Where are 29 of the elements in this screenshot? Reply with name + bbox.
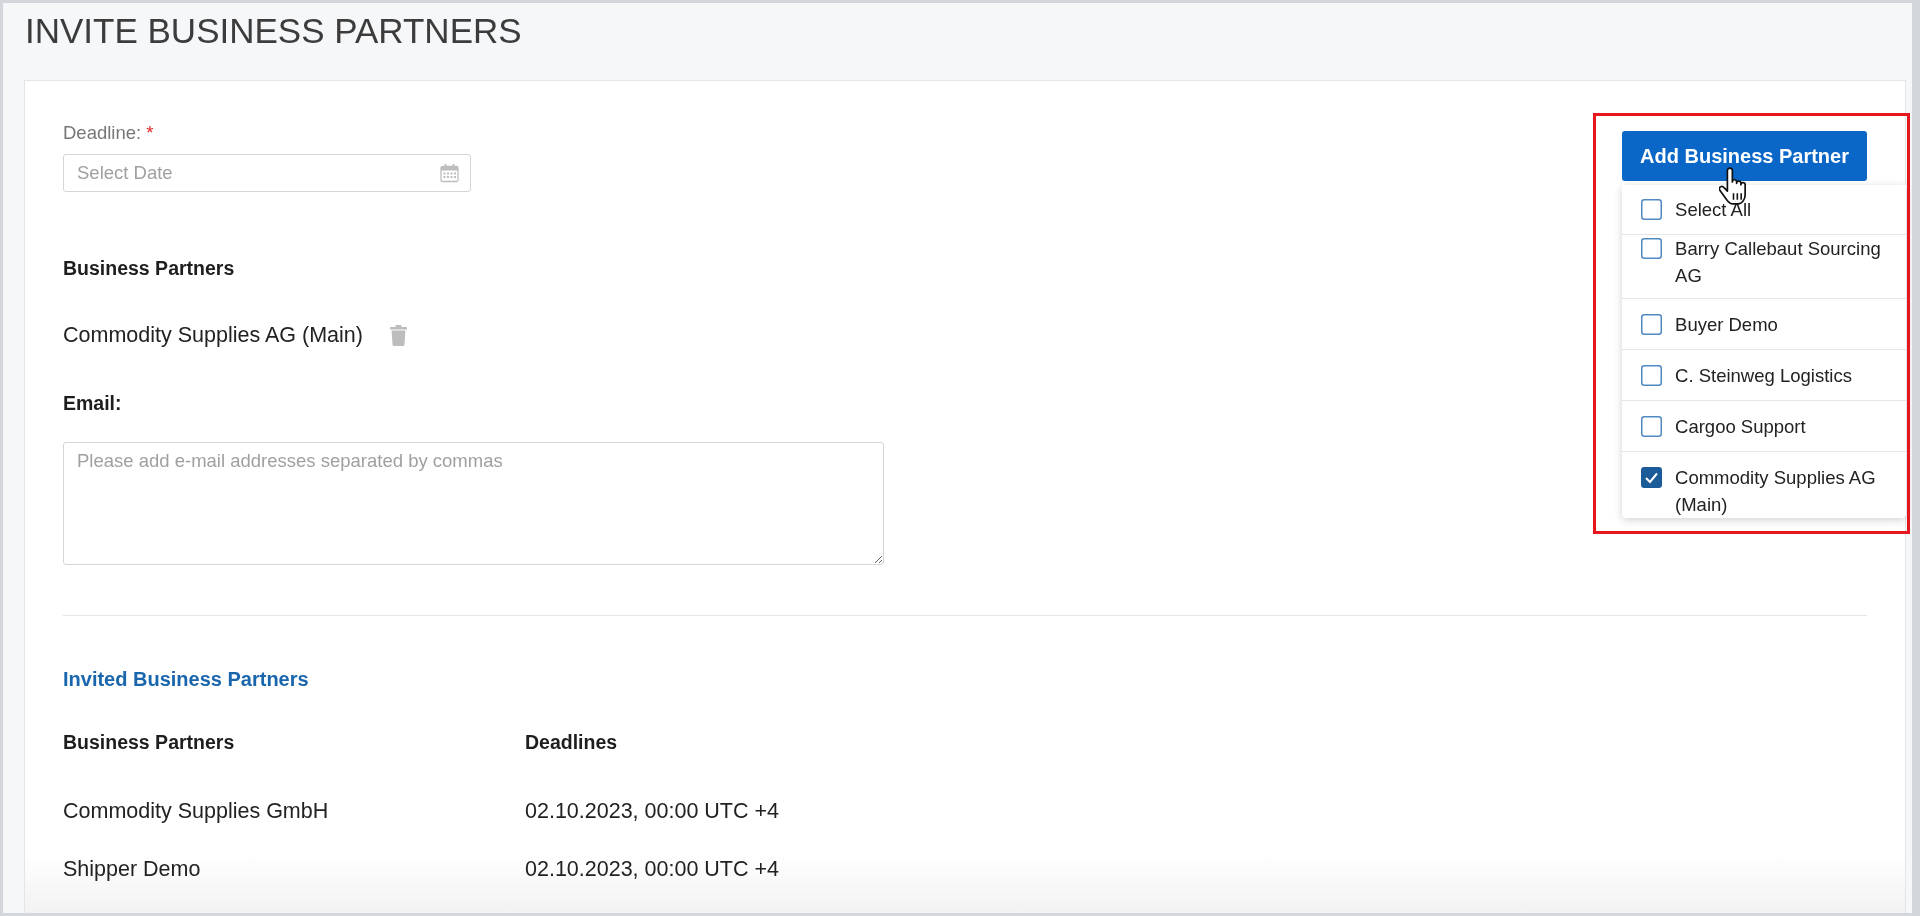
table-cell-text: Commodity Supplies GmbH <box>63 799 330 823</box>
date-field[interactable]: Select Date <box>63 154 471 192</box>
checkbox[interactable] <box>1641 238 1663 259</box>
field-label: Email: <box>63 391 122 415</box>
add-partner-button[interactable]: Add Business Partner <box>1622 131 1867 181</box>
column-header: Deadlines <box>525 730 618 754</box>
checkbox[interactable] <box>1641 199 1663 220</box>
trash-icon[interactable] <box>389 324 407 346</box>
section-heading: Business Partners <box>63 256 235 280</box>
page-title: INVITE BUSINESS PARTNERS <box>25 11 522 51</box>
partner-option[interactable]: Cargoo Support <box>1622 401 1907 452</box>
table-cell: 02.10.2023, 00:00 UTC +4 <box>525 857 779 881</box>
email-field[interactable]: Please add e-mail addresses separated by commas <box>63 442 884 565</box>
partner-option[interactable]: Buyer Demo <box>1622 299 1907 350</box>
checkbox[interactable] <box>1641 467 1663 488</box>
column-header: Business Partners <box>63 730 236 754</box>
required-asterisk: * <box>146 122 154 144</box>
checkbox[interactable] <box>1641 365 1663 386</box>
table-cell-text: Shipper Demo <box>63 857 202 881</box>
checkbox[interactable] <box>1641 416 1663 437</box>
calendar-icon[interactable] <box>440 164 459 183</box>
partner-option[interactable]: Commodity Supplies AG (Main) <box>1622 452 1907 518</box>
field-label: Deadline: <box>63 122 142 144</box>
section-title: Invited Business Partners <box>63 667 309 691</box>
table-cell: 02.10.2023, 00:00 UTC +4 <box>525 799 779 823</box>
partner-option[interactable]: Barry Callebaut Sourcing AG <box>1622 235 1907 299</box>
checkbox[interactable] <box>1641 314 1663 335</box>
partner-name: Commodity Supplies AG (Main) <box>63 323 363 347</box>
partner-option[interactable]: C. Steinweg Logistics <box>1622 350 1907 401</box>
